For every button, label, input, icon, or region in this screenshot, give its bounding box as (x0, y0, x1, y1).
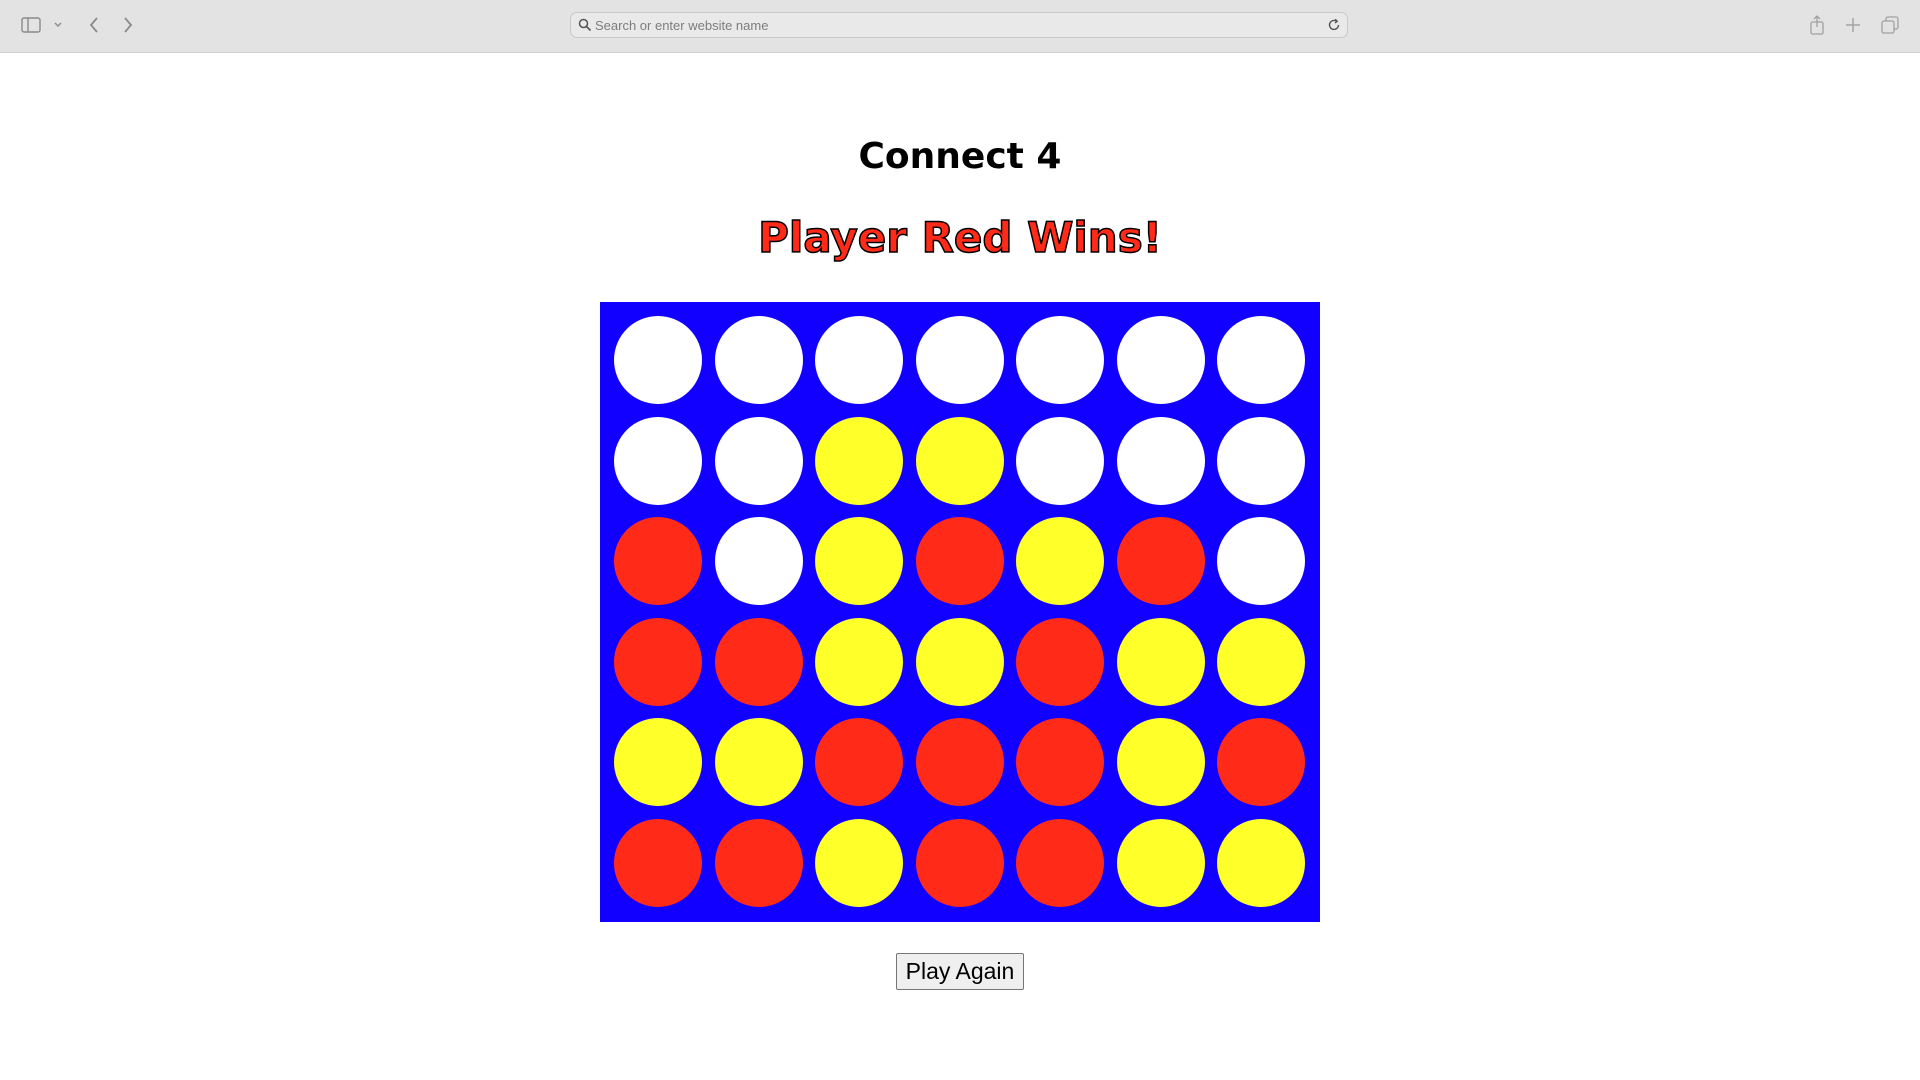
page-title: Connect 4 (858, 136, 1062, 177)
board-cell-red[interactable] (714, 818, 803, 907)
board-cell-empty[interactable] (1217, 316, 1305, 404)
address-input[interactable] (595, 15, 1295, 35)
board-cell-yellow[interactable] (1217, 617, 1305, 706)
board-cell-empty[interactable] (1116, 416, 1205, 505)
board-cell-empty[interactable] (1016, 316, 1104, 404)
board-cell-yellow[interactable] (1116, 818, 1205, 907)
board-cell-red[interactable] (714, 617, 803, 706)
board-cell-empty[interactable] (614, 316, 702, 404)
board-cell-yellow[interactable] (614, 718, 702, 806)
game-status: Player Red Wins! (757, 212, 1162, 263)
board-cell-yellow[interactable] (915, 416, 1004, 505)
sidebar-toggle-icon[interactable] (18, 12, 44, 38)
board-cell-empty[interactable] (815, 316, 903, 404)
board-cell-yellow[interactable] (815, 416, 903, 505)
address-bar[interactable] (570, 12, 1348, 38)
reload-icon[interactable] (1327, 18, 1341, 32)
board-cell-red[interactable] (614, 818, 702, 907)
board-cell-red[interactable] (815, 718, 903, 806)
board-cell-red[interactable] (1016, 617, 1104, 706)
board-cell-red[interactable] (915, 718, 1004, 806)
board-cell-yellow[interactable] (815, 818, 903, 907)
board-cell-yellow[interactable] (1217, 818, 1305, 907)
browser-toolbar (0, 0, 1920, 53)
back-arrow-icon[interactable] (84, 12, 104, 38)
forward-arrow-icon[interactable] (118, 12, 138, 38)
board-cell-empty[interactable] (915, 316, 1004, 404)
share-icon[interactable] (1805, 12, 1829, 38)
board-cell-yellow[interactable] (1116, 617, 1205, 706)
board-cell-empty[interactable] (614, 416, 702, 505)
board-cell-empty[interactable] (714, 416, 803, 505)
board-cell-red[interactable] (1116, 517, 1205, 605)
game-board (600, 302, 1320, 922)
board-cell-yellow[interactable] (1016, 517, 1104, 605)
board-cell-yellow[interactable] (915, 617, 1004, 706)
board-cell-red[interactable] (915, 517, 1004, 605)
board-cell-yellow[interactable] (1116, 718, 1205, 806)
board-cell-empty[interactable] (1116, 316, 1205, 404)
board-cell-yellow[interactable] (714, 718, 803, 806)
tab-overview-icon[interactable] (1878, 12, 1902, 38)
board-cell-empty[interactable] (1217, 416, 1305, 505)
board-cell-empty[interactable] (714, 316, 803, 404)
board-cell-red[interactable] (614, 617, 702, 706)
board-cell-empty[interactable] (714, 517, 803, 605)
board-cell-red[interactable] (614, 517, 702, 605)
board-cell-empty[interactable] (1217, 517, 1305, 605)
chevron-down-icon[interactable] (50, 12, 66, 38)
board-cell-red[interactable] (1016, 818, 1104, 907)
board-cell-red[interactable] (1016, 718, 1104, 806)
board-cell-red[interactable] (915, 818, 1004, 907)
play-again-button[interactable]: Play Again (896, 953, 1024, 990)
search-icon (578, 18, 592, 32)
board-cell-empty[interactable] (1016, 416, 1104, 505)
board-cell-red[interactable] (1217, 718, 1305, 806)
board-cell-yellow[interactable] (815, 617, 903, 706)
new-tab-icon[interactable] (1841, 12, 1865, 38)
board-cell-yellow[interactable] (815, 517, 903, 605)
